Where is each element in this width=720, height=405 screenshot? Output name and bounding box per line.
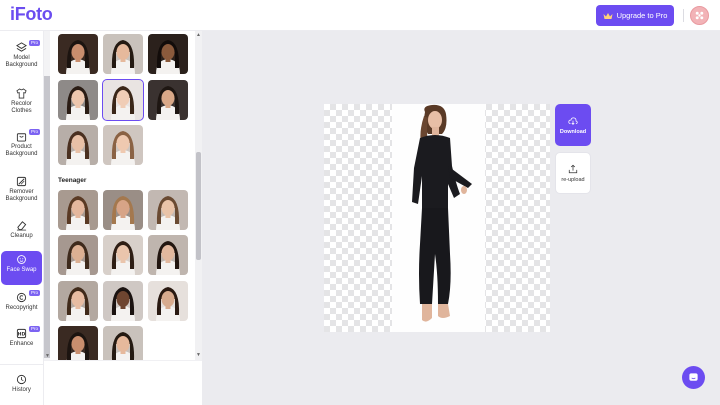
- face-thumbnail[interactable]: [58, 80, 98, 120]
- portrait-image: [58, 34, 98, 74]
- shirt-icon: [16, 88, 27, 99]
- pro-badge: Pro: [28, 40, 40, 46]
- panel-footer: [44, 360, 202, 405]
- face-thumbnail[interactable]: [58, 125, 98, 165]
- upload-icon: [568, 164, 578, 173]
- face-thumbnail[interactable]: [148, 281, 188, 321]
- download-button[interactable]: Download: [555, 104, 591, 146]
- face-swap-icon: [17, 255, 26, 264]
- nav-item-history[interactable]: History: [1, 371, 42, 405]
- nav-item-model-background[interactable]: Pro Model Background: [1, 39, 42, 73]
- reupload-label: re-upload: [561, 176, 585, 183]
- face-thumbnail[interactable]: [148, 190, 188, 230]
- portrait-image: [58, 281, 98, 321]
- chat-icon: [689, 373, 698, 381]
- face-thumbnail[interactable]: [103, 235, 143, 275]
- face-thumbnail[interactable]: [148, 80, 188, 120]
- portrait-image: [58, 235, 98, 275]
- nav-label: Recopyright: [5, 305, 38, 311]
- panel-scrollbar-thumb[interactable]: [196, 152, 201, 260]
- tool-sidebar: Pro Model Background Recolor Clothes Pro P…: [0, 31, 44, 405]
- portrait-image: [103, 125, 143, 165]
- face-thumbnail[interactable]: [103, 190, 143, 230]
- scroll-down-arrow-icon[interactable]: ▼: [45, 353, 50, 359]
- portrait-image: [103, 235, 143, 275]
- model-photo: [412, 104, 472, 322]
- portrait-image: [103, 281, 143, 321]
- header-divider: [683, 9, 684, 22]
- portrait-image: [148, 80, 188, 120]
- svg-text:HD: HD: [18, 332, 26, 338]
- top-header: iFoto Upgrade to Pro: [0, 0, 720, 31]
- portrait-image: [103, 190, 143, 230]
- face-thumbnail[interactable]: [148, 34, 188, 74]
- portrait-image: [103, 34, 143, 74]
- copyright-icon: [16, 292, 27, 303]
- nav-label: Face Swap: [6, 267, 37, 273]
- face-thumbnail[interactable]: [102, 79, 144, 121]
- user-avatar[interactable]: [690, 6, 709, 25]
- face-thumbnail[interactable]: [58, 190, 98, 230]
- section-title-teenager: Teenager: [58, 177, 87, 184]
- nav-label: Product Background: [5, 144, 38, 157]
- chat-support-button[interactable]: [682, 366, 705, 389]
- nav-label: Cleanup: [10, 233, 33, 239]
- face-thumbnail[interactable]: [58, 281, 98, 321]
- slash-square-icon: [16, 176, 27, 187]
- nav-label: Enhance: [9, 341, 34, 347]
- nav-label: History: [12, 387, 31, 393]
- portrait-image: [103, 80, 143, 120]
- avatar-pattern-icon: [695, 11, 704, 20]
- portrait-image: [148, 34, 188, 74]
- face-thumbnail[interactable]: [58, 235, 98, 275]
- clock-icon: [16, 374, 27, 385]
- pro-badge: Pro: [28, 129, 40, 135]
- nav-divider: [0, 364, 44, 365]
- reupload-button[interactable]: re-upload: [555, 152, 591, 194]
- face-thumbnail[interactable]: [103, 34, 143, 74]
- nav-item-product-background[interactable]: Pro Product Background: [1, 128, 42, 162]
- cloud-download-icon: [568, 117, 578, 125]
- upgrade-to-pro-button[interactable]: Upgrade to Pro: [596, 5, 674, 26]
- app-logo[interactable]: iFoto: [10, 4, 53, 25]
- result-image[interactable]: [392, 104, 485, 332]
- nav-item-cleanup[interactable]: Cleanup: [1, 217, 42, 251]
- crown-icon: [603, 12, 613, 19]
- layers-icon: [16, 42, 27, 52]
- portrait-image: [148, 281, 188, 321]
- eraser-icon: [16, 221, 27, 231]
- outer-scrollbar-thumb[interactable]: [44, 76, 50, 358]
- portrait-image: [58, 80, 98, 120]
- nav-label: Model Background: [5, 55, 38, 68]
- portrait-image: [58, 190, 98, 230]
- portrait-image: [58, 125, 98, 165]
- nav-label: Recolor Clothes: [11, 101, 32, 114]
- nav-item-face-swap[interactable]: Face Swap: [1, 251, 42, 285]
- portrait-image: [148, 190, 188, 230]
- pro-badge: Pro: [28, 326, 40, 332]
- face-thumbnail[interactable]: [103, 125, 143, 165]
- pro-badge: Pro: [28, 290, 40, 296]
- bag-icon: [16, 133, 27, 142]
- face-thumbnail[interactable]: [58, 34, 98, 74]
- scroll-up-arrow-icon[interactable]: ▲: [196, 32, 201, 38]
- face-thumbnail[interactable]: [103, 281, 143, 321]
- scroll-down-arrow-icon[interactable]: ▼: [196, 352, 201, 358]
- nav-item-recolor-clothes[interactable]: Recolor Clothes: [1, 85, 42, 119]
- enhance-icon: HD: [16, 328, 27, 339]
- nav-item-enhance[interactable]: Pro HD Enhance: [1, 325, 42, 359]
- nav-item-recopyright[interactable]: Pro Recopyright: [1, 289, 42, 323]
- portrait-image: [148, 235, 188, 275]
- upgrade-label: Upgrade to Pro: [616, 11, 668, 20]
- face-thumbnail[interactable]: [148, 235, 188, 275]
- nav-label: Remover Background: [5, 189, 38, 202]
- nav-item-remover-background[interactable]: Remover Background: [1, 173, 42, 207]
- download-label: Download: [559, 128, 587, 135]
